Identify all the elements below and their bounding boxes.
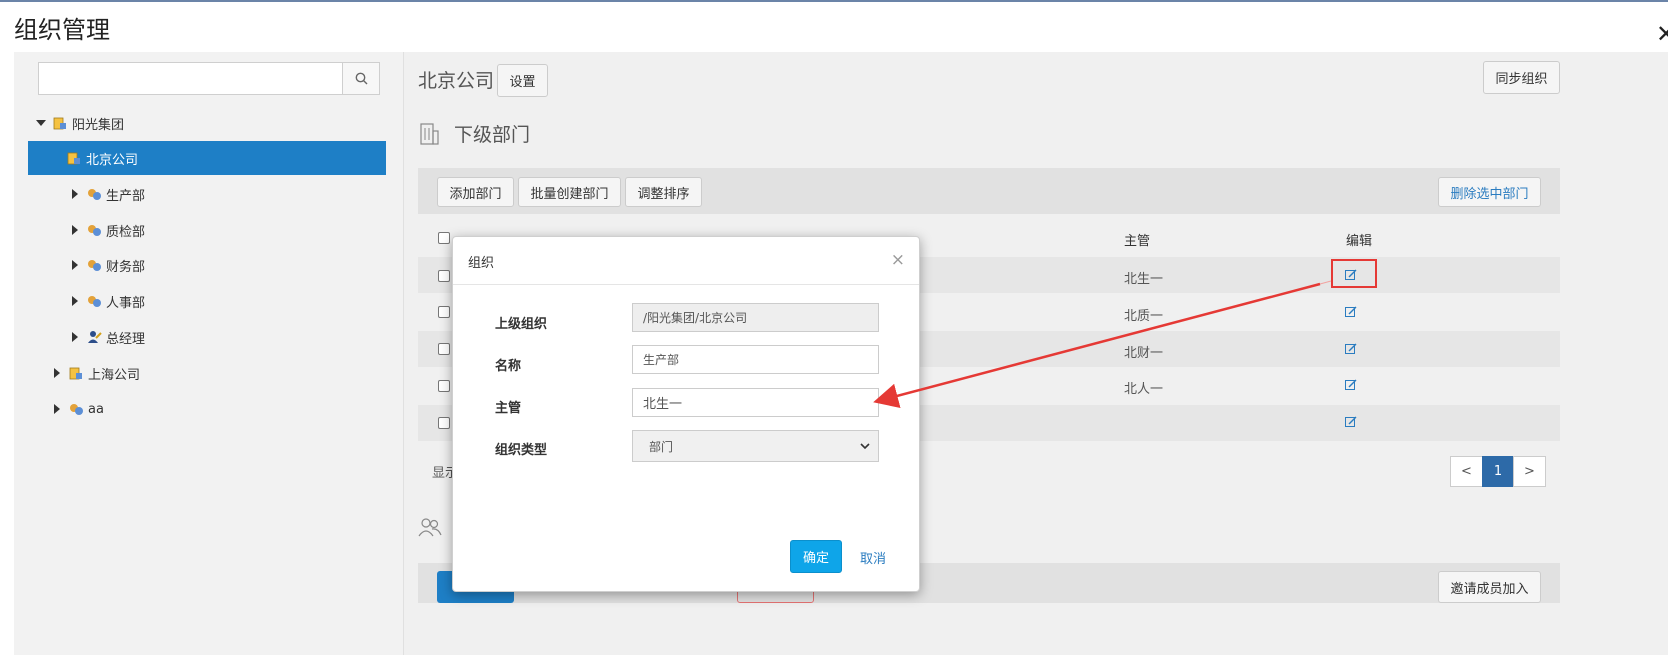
manager-cell: 北财一	[1124, 346, 1164, 361]
caret-right-icon[interactable]	[54, 404, 60, 414]
tree-node-shanghai[interactable]: 上海公司	[54, 356, 140, 390]
tree-node-aa[interactable]: aa	[54, 392, 104, 426]
confirm-button[interactable]: 确定	[790, 540, 842, 573]
page-1-button[interactable]: 1	[1482, 456, 1514, 487]
tree-node-label: 阳光集团	[72, 117, 125, 133]
cancel-button[interactable]: 取消	[860, 548, 886, 567]
tree-node-label: 财务部	[106, 259, 146, 275]
manager-field[interactable]: 北生一	[632, 388, 879, 417]
row-checkbox[interactable]	[438, 306, 450, 318]
tree-node-label: 质检部	[106, 224, 146, 240]
department-icon	[86, 257, 102, 273]
tree-node-finance[interactable]: 财务部	[72, 248, 145, 282]
highlight-box	[1331, 259, 1377, 288]
company-name: 北京公司	[418, 70, 495, 92]
sync-org-button[interactable]: 同步组织	[1483, 61, 1560, 94]
manager-label: 主管	[495, 401, 522, 416]
row-checkbox[interactable]	[438, 417, 450, 429]
name-field[interactable]: 生产部	[632, 345, 879, 374]
row-checkbox[interactable]	[438, 270, 450, 282]
org-type-label: 组织类型	[495, 443, 548, 458]
caret-down-icon[interactable]	[36, 120, 46, 126]
tree-node-hr[interactable]: 人事部	[72, 284, 145, 318]
caret-right-icon[interactable]	[72, 225, 78, 235]
org-edit-dialog: 组织 × 上级组织 /阳光集团/北京公司 名称 生产部 主管 北生一 组织类型 …	[452, 236, 920, 592]
edit-icon[interactable]	[1345, 306, 1357, 318]
org-type-value: 部门	[649, 439, 674, 454]
caret-right-icon[interactable]	[72, 296, 78, 306]
search-button[interactable]	[342, 62, 380, 95]
department-icon	[86, 186, 102, 202]
add-department-button[interactable]: 添加部门	[437, 177, 514, 207]
batch-create-button[interactable]: 批量创建部门	[518, 177, 621, 207]
row-checkbox[interactable]	[438, 380, 450, 392]
dialog-title: 组织	[468, 256, 495, 271]
department-icon	[86, 293, 102, 309]
org-type-select[interactable]: 部门	[632, 430, 879, 462]
company-icon	[68, 365, 84, 381]
column-manager: 主管	[1124, 234, 1151, 249]
caret-right-icon[interactable]	[72, 189, 78, 199]
members-icon	[418, 518, 442, 537]
tree-node-label: aa	[88, 401, 104, 417]
departments-header: 下级部门	[418, 120, 530, 147]
search-icon	[355, 72, 367, 85]
select-all-checkbox[interactable]	[438, 232, 450, 244]
position-icon	[86, 329, 102, 345]
tree-node-qc[interactable]: 质检部	[72, 213, 145, 247]
building-icon	[420, 122, 439, 145]
caret-right-icon[interactable]	[54, 368, 60, 378]
top-border	[0, 0, 1668, 2]
next-page-button[interactable]: >	[1513, 456, 1546, 487]
parent-org-field: /阳光集团/北京公司	[632, 303, 879, 332]
caret-right-icon[interactable]	[72, 260, 78, 270]
settings-button[interactable]: 设置	[497, 64, 548, 97]
tree-node-label: 上海公司	[88, 367, 141, 383]
dialog-divider	[453, 284, 919, 285]
tree-search-input[interactable]	[38, 62, 380, 95]
manager-cell: 北人一	[1124, 382, 1164, 397]
company-icon	[52, 115, 68, 131]
tree-node-label: 生产部	[106, 188, 146, 204]
row-checkbox[interactable]	[438, 343, 450, 355]
manager-cell: 北生一	[1124, 272, 1164, 287]
edit-icon[interactable]	[1345, 379, 1357, 391]
chevron-down-icon	[860, 442, 870, 449]
tree-node-label: 总经理	[106, 331, 146, 347]
manager-cell: 北质一	[1124, 309, 1164, 324]
tree-node-yangguang[interactable]: 阳光集团	[36, 106, 124, 140]
edit-icon[interactable]	[1345, 416, 1357, 428]
close-icon[interactable]: ✕	[1656, 22, 1668, 46]
edit-icon[interactable]	[1345, 343, 1357, 355]
dialog-close-icon[interactable]: ×	[891, 250, 905, 270]
column-edit: 编辑	[1346, 234, 1373, 249]
page-title: 组织管理	[14, 16, 110, 44]
tree-node-label: 人事部	[106, 295, 146, 311]
invite-member-button[interactable]: 邀请成员加入	[1438, 571, 1541, 603]
tree-node-gm[interactable]: 总经理	[72, 320, 145, 354]
delete-selected-button[interactable]: 删除选中部门	[1438, 177, 1541, 207]
prev-page-button[interactable]: <	[1450, 456, 1483, 487]
company-icon	[66, 150, 82, 166]
tree-node-production[interactable]: 生产部	[72, 177, 145, 211]
tree-node-beijing[interactable]: 北京公司	[28, 141, 386, 175]
department-icon	[68, 401, 84, 417]
section-title: 下级部门	[454, 124, 531, 146]
reorder-button[interactable]: 调整排序	[625, 177, 702, 207]
parent-org-label: 上级组织	[495, 317, 548, 332]
department-icon	[86, 222, 102, 238]
name-label: 名称	[495, 359, 522, 374]
tree-node-label: 北京公司	[86, 152, 139, 168]
caret-right-icon[interactable]	[72, 332, 78, 342]
